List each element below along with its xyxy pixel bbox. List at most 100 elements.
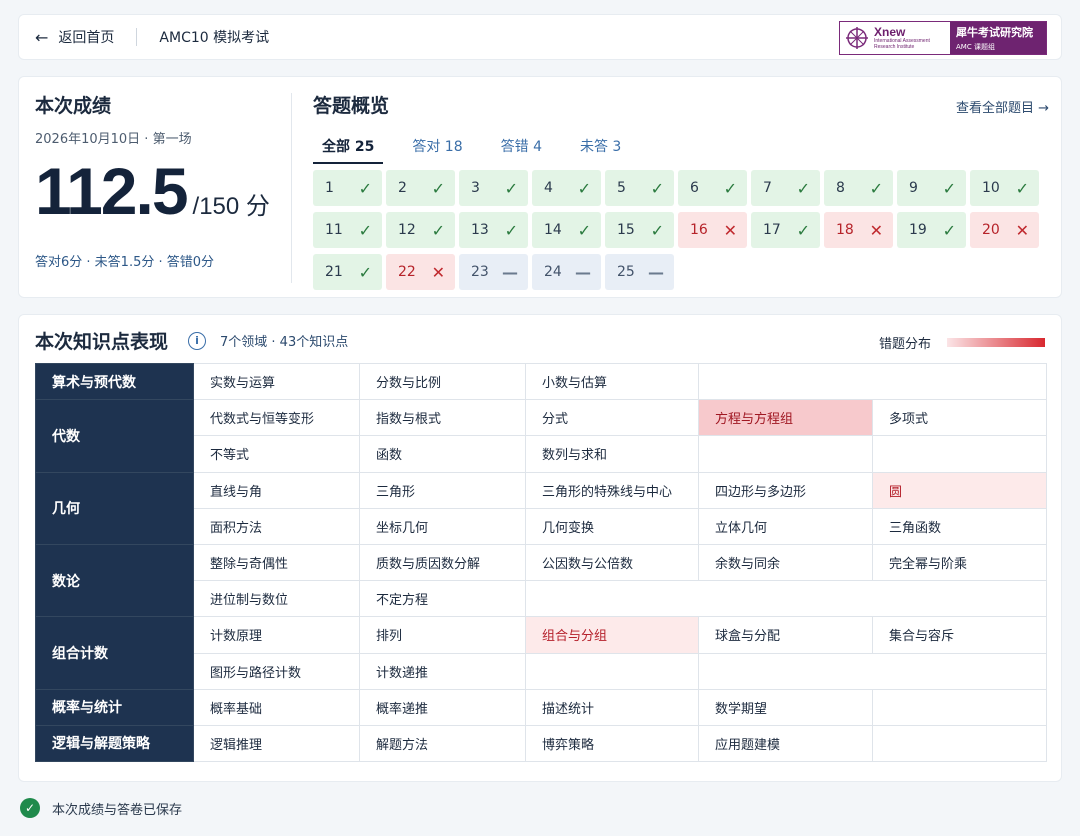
tab-filter-3[interactable]: 未答 3 <box>571 132 630 164</box>
question-cell[interactable]: 18 ✕ <box>824 212 893 248</box>
dash-icon: — <box>575 262 591 282</box>
cross-icon: ✕ <box>869 220 883 240</box>
knowledge-point[interactable]: 完全幂与阶乘 <box>872 543 1047 582</box>
knowledge-point[interactable]: 余数与同余 <box>698 543 873 582</box>
answer-section-title: 答题概览 <box>313 95 390 117</box>
knowledge-point[interactable]: 代数式与恒等变形 <box>193 399 360 437</box>
question-cell[interactable]: 13 ✓ <box>459 212 528 248</box>
question-cell[interactable]: 10 ✓ <box>970 170 1039 206</box>
knowledge-point[interactable]: 数列与求和 <box>525 435 699 473</box>
knowledge-row: 算术与预代数 实数与运算 分数与比例 小数与估算 <box>35 362 1047 401</box>
knowledge-point[interactable]: 面积方法 <box>193 507 360 545</box>
knowledge-point[interactable]: 分数与比例 <box>359 362 526 401</box>
question-cell[interactable]: 8 ✓ <box>824 170 893 206</box>
knowledge-point[interactable]: 集合与容斥 <box>872 616 1047 654</box>
question-cell[interactable]: 7 ✓ <box>751 170 820 206</box>
knowledge-point[interactable]: 排列 <box>359 616 526 654</box>
knowledge-point[interactable]: 组合与分组 <box>525 616 699 654</box>
question-cell[interactable]: 24 — <box>532 254 601 290</box>
knowledge-point[interactable]: 数学期望 <box>698 688 873 726</box>
question-cell[interactable]: 16 ✕ <box>678 212 747 248</box>
knowledge-row: 几何 直线与角 三角形 三角形的特殊线与中心 四边形与多边形圆 <box>35 471 1047 545</box>
knowledge-point[interactable]: 逻辑推理 <box>193 724 360 763</box>
knowledge-point[interactable]: 方程与方程组 <box>698 399 873 437</box>
tab-filter-1[interactable]: 答对 18 <box>403 132 471 164</box>
answer-filter-tabs: 全部 25 答对 18 答错 4 未答 3 <box>313 132 1049 164</box>
knowledge-point[interactable]: 计数原理 <box>193 616 360 654</box>
knowledge-point[interactable]: 图形与路径计数 <box>193 652 360 690</box>
view-all-questions-link[interactable]: 查看全部题目 → <box>956 97 1049 116</box>
knowledge-point[interactable]: 公因数与公倍数 <box>525 543 699 582</box>
knowledge-point[interactable]: 应用题建模 <box>698 724 873 763</box>
knowledge-point[interactable]: 解题方法 <box>359 724 526 763</box>
knowledge-point[interactable]: 不定方程 <box>359 580 526 618</box>
knowledge-point[interactable]: 计数递推 <box>359 652 526 690</box>
knowledge-point[interactable]: 博弈策略 <box>525 724 699 763</box>
question-cell[interactable]: 23 — <box>459 254 528 290</box>
question-number: 24 <box>544 264 562 280</box>
knowledge-point[interactable]: 不等式 <box>193 435 360 473</box>
question-cell[interactable]: 9 ✓ <box>897 170 966 206</box>
knowledge-point[interactable]: 立体几何 <box>698 507 873 545</box>
knowledge-point[interactable]: 分式 <box>525 399 699 437</box>
question-grid: 1 ✓ 2 ✓ 3 ✓ 4 ✓ 5 ✓ 6 ✓ 7 ✓ 8 ✓ 9 ✓ 10 ✓ 11 ✓ 12 ✓ 13 ✓ 14 ✓ 15 ✓ 16 ✕ 1… <box>313 170 1049 290</box>
knowledge-point[interactable]: 进位制与数位 <box>193 580 360 618</box>
knowledge-point[interactable]: 概率递推 <box>359 688 526 726</box>
question-cell[interactable]: 12 ✓ <box>386 212 455 248</box>
info-icon[interactable]: i <box>188 331 207 350</box>
check-icon: ✓ <box>723 178 737 198</box>
question-cell[interactable]: 6 ✓ <box>678 170 747 206</box>
knowledge-section-title: 本次知识点表现 <box>35 331 169 353</box>
logo-cn-name: 犀牛考试研究院 <box>956 26 1033 39</box>
knowledge-point[interactable]: 整除与奇偶性 <box>193 543 360 582</box>
knowledge-point[interactable]: 三角形的特殊线与中心 <box>525 471 699 509</box>
back-home-button[interactable]: ← 返回首页 <box>35 27 114 47</box>
knowledge-point[interactable]: 质数与质因数分解 <box>359 543 526 582</box>
question-cell[interactable]: 25 — <box>605 254 674 290</box>
question-cell[interactable]: 4 ✓ <box>532 170 601 206</box>
knowledge-point[interactable]: 四边形与多边形 <box>698 471 873 509</box>
exam-date: 2026年10月10日 · 第一场 <box>35 132 192 147</box>
knowledge-point[interactable]: 坐标几何 <box>359 507 526 545</box>
knowledge-point[interactable]: 三角函数 <box>872 507 1047 545</box>
knowledge-point[interactable]: 实数与运算 <box>193 362 360 401</box>
question-cell[interactable]: 15 ✓ <box>605 212 674 248</box>
question-number: 25 <box>617 264 635 280</box>
domain-label: 概率与统计 <box>35 688 194 726</box>
question-cell[interactable]: 19 ✓ <box>897 212 966 248</box>
question-number: 3 <box>471 180 480 196</box>
question-cell[interactable]: 2 ✓ <box>386 170 455 206</box>
question-number: 6 <box>690 180 699 196</box>
knowledge-point[interactable]: 三角形 <box>359 471 526 509</box>
question-cell[interactable]: 5 ✓ <box>605 170 674 206</box>
knowledge-point[interactable]: 指数与根式 <box>359 399 526 437</box>
question-cell[interactable]: 11 ✓ <box>313 212 382 248</box>
knowledge-point[interactable]: 函数 <box>359 435 526 473</box>
dash-icon: — <box>502 262 518 282</box>
knowledge-point[interactable]: 多项式 <box>872 399 1047 437</box>
empty-cell <box>872 724 1047 763</box>
knowledge-point[interactable]: 直线与角 <box>193 471 360 509</box>
knowledge-point[interactable]: 圆 <box>872 471 1047 509</box>
knowledge-point[interactable]: 几何变换 <box>525 507 699 545</box>
question-cell[interactable]: 17 ✓ <box>751 212 820 248</box>
knowledge-point[interactable]: 球盒与分配 <box>698 616 873 654</box>
question-number: 17 <box>763 222 781 238</box>
knowledge-point[interactable]: 描述统计 <box>525 688 699 726</box>
question-cell[interactable]: 1 ✓ <box>313 170 382 206</box>
question-number: 21 <box>325 264 343 280</box>
total-score: 112.5 <box>35 154 189 228</box>
question-cell[interactable]: 21 ✓ <box>313 254 382 290</box>
knowledge-point[interactable]: 小数与估算 <box>525 362 699 401</box>
empty-cell <box>525 580 1047 618</box>
tab-filter-0[interactable]: 全部 25 <box>313 132 384 164</box>
tab-filter-2[interactable]: 答错 4 <box>492 132 551 164</box>
knowledge-row: 概率与统计 概率基础 概率递推 描述统计 数学期望 <box>35 688 1047 726</box>
question-cell[interactable]: 22 ✕ <box>386 254 455 290</box>
question-cell[interactable]: 3 ✓ <box>459 170 528 206</box>
domain-label: 几何 <box>35 471 194 545</box>
question-cell[interactable]: 14 ✓ <box>532 212 601 248</box>
question-cell[interactable]: 20 ✕ <box>970 212 1039 248</box>
question-number: 20 <box>982 222 1000 238</box>
knowledge-point[interactable]: 概率基础 <box>193 688 360 726</box>
